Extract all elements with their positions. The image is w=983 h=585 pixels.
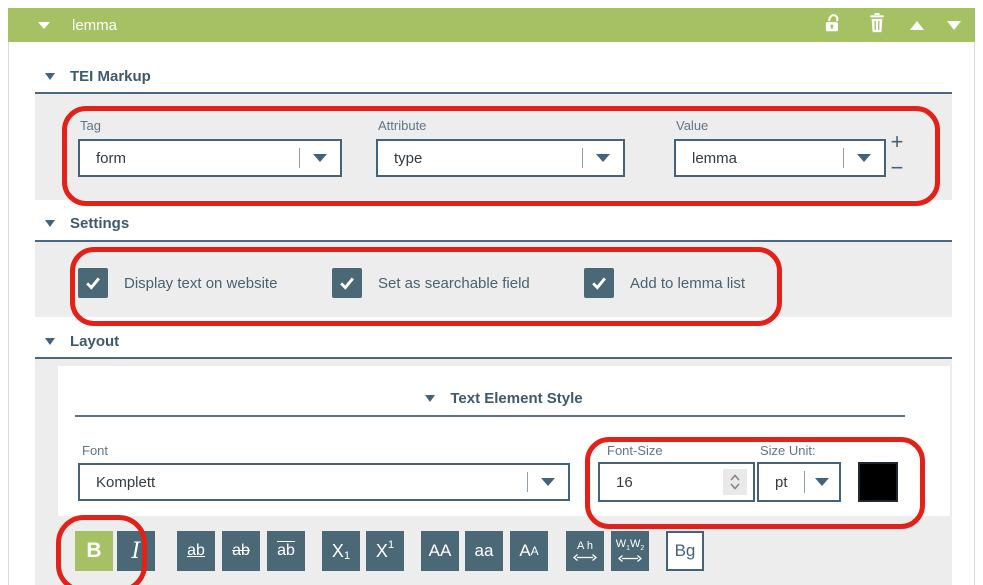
text-color-swatch[interactable] [858,462,898,502]
overline-button[interactable]: ab [267,531,305,571]
font-size-label: Font-Size [607,443,663,458]
letter-spacing-button[interactable]: A h [566,531,604,571]
remove-attribute-button[interactable]: − [886,158,908,178]
card-left-border [8,42,9,585]
style-group-divider [75,415,905,417]
collapse-arrow-icon [45,73,55,80]
font-value: Komplett [80,474,527,491]
word2: W [630,538,640,550]
lowercase-button[interactable]: aa [465,531,503,571]
subscript-base: X [332,541,344,562]
uppercase-button[interactable]: AA [421,531,459,571]
word1: W [616,538,626,550]
attribute-value: type [378,150,582,167]
searchable-field-checkbox[interactable] [332,268,362,298]
display-text-checkbox[interactable] [78,268,108,298]
lemma-list-label: Add to lemma list [630,275,745,292]
card-right-border [974,42,975,585]
tag-dropdown[interactable]: form [78,139,342,177]
bold-button[interactable]: B [75,531,113,571]
text-element-style-title: Text Element Style [450,390,582,407]
word2-index: 2 [640,546,644,553]
trash-icon[interactable] [867,12,887,39]
font-dropdown[interactable]: Komplett [78,463,570,501]
tei-markup-section-header[interactable]: TEI Markup [45,68,151,85]
text-element-style-header[interactable]: Text Element Style [58,390,950,407]
value-value: lemma [676,150,843,167]
superscript-index: 1 [388,539,394,551]
value-label: Value [676,118,708,133]
tag-value: form [80,150,299,167]
display-text-label: Display text on website [124,275,277,292]
lemma-element-editor: lemma [0,0,983,585]
smallcaps-button[interactable]: AA [510,531,548,571]
subscript-button[interactable]: X1 [322,531,360,571]
horizontal-arrow-icon [573,553,597,562]
unlock-icon[interactable] [822,12,844,39]
settings-title: Settings [70,215,129,232]
element-title: lemma [72,17,117,34]
layout-title: Layout [70,333,119,350]
collapse-arrow-icon [45,338,55,345]
element-header[interactable]: lemma [8,8,975,42]
settings-section-header[interactable]: Settings [45,215,129,232]
word-spacing-button[interactable]: W1W2 [611,531,649,571]
strikethrough-button[interactable]: ab [222,531,260,571]
tei-markup-title: TEI Markup [70,68,151,85]
superscript-button[interactable]: X1 [366,531,404,571]
move-down-icon[interactable] [947,21,961,30]
smallcaps-second: A [531,544,539,558]
collapse-arrow-icon [425,395,435,402]
font-label: Font [82,443,108,458]
subscript-index: 1 [344,550,350,562]
collapse-arrow-icon [45,220,55,227]
letter-spacing-label: A h [577,541,593,553]
italic-button[interactable]: I [117,531,155,571]
layout-section-header[interactable]: Layout [45,333,119,350]
font-size-field [598,462,755,502]
collapse-arrow-icon[interactable] [38,22,50,29]
value-dropdown[interactable]: lemma [674,139,886,177]
underline-button[interactable]: ab [177,531,215,571]
chevron-down-icon [805,478,839,486]
chevron-down-icon [844,154,884,162]
move-up-icon[interactable] [910,21,924,30]
chevron-down-icon [300,154,340,162]
size-unit-dropdown[interactable]: pt [757,462,841,502]
attribute-dropdown[interactable]: type [376,139,625,177]
spinner-icon[interactable] [723,469,747,495]
font-size-input[interactable] [600,474,723,491]
tag-label: Tag [80,118,101,133]
background-color-button[interactable]: Bg [666,531,704,571]
size-unit-label: Size Unit: [760,443,816,458]
attribute-label: Attribute [378,118,426,133]
searchable-field-label: Set as searchable field [378,275,530,292]
size-unit-value: pt [759,474,804,491]
lemma-list-checkbox[interactable] [584,268,614,298]
chevron-down-icon [583,154,623,162]
smallcaps-first: A [519,541,530,561]
add-attribute-button[interactable]: + [886,132,908,152]
horizontal-arrow-icon [618,554,642,563]
chevron-down-icon [528,478,568,486]
superscript-base: X [376,541,388,562]
